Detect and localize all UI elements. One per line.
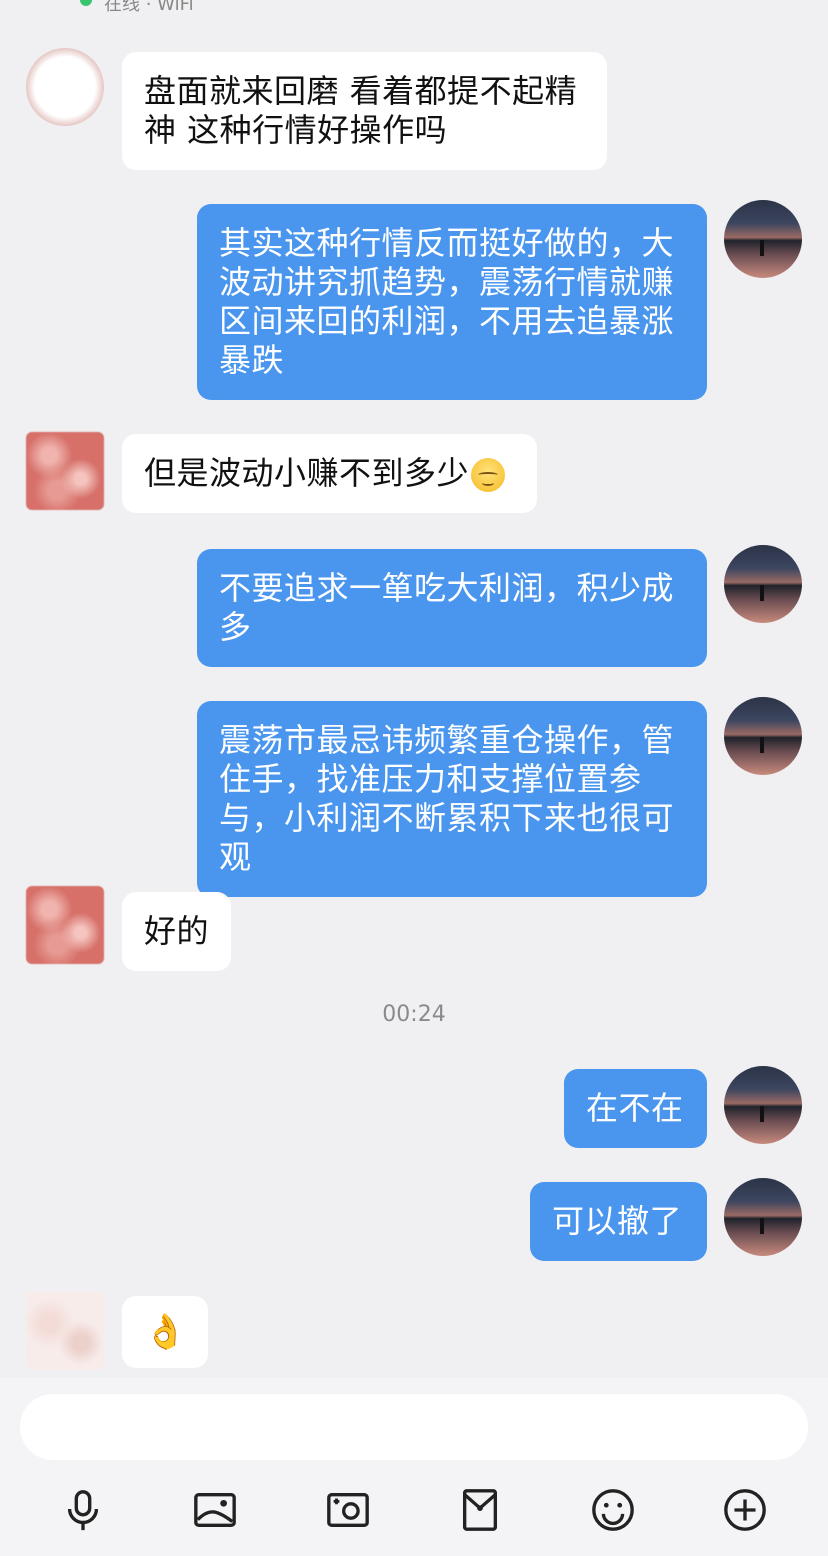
red-packet-icon[interactable] bbox=[456, 1486, 504, 1534]
message-timestamp: 00:24 bbox=[382, 1002, 446, 1027]
ok-hand-emoji: 👌 bbox=[144, 1312, 187, 1352]
message-list[interactable]: 盘面就来回磨 看着都提不起精神 这种行情好操作吗 其实这种行情反而挺好做的，大波… bbox=[0, 0, 828, 1378]
message-input[interactable] bbox=[20, 1394, 808, 1460]
plus-icon[interactable] bbox=[721, 1486, 769, 1534]
message-text: 但是波动小赚不到多少 bbox=[144, 454, 470, 492]
composer-bar bbox=[0, 1378, 828, 1556]
contact-avatar[interactable] bbox=[26, 886, 104, 964]
contact-avatar[interactable] bbox=[26, 48, 104, 126]
camera-icon[interactable] bbox=[324, 1486, 372, 1534]
my-avatar[interactable] bbox=[724, 545, 802, 623]
image-icon[interactable] bbox=[191, 1486, 239, 1534]
microphone-icon[interactable] bbox=[59, 1486, 107, 1534]
contact-avatar[interactable] bbox=[26, 432, 104, 510]
contact-avatar[interactable] bbox=[26, 1292, 104, 1370]
outgoing-message-bubble[interactable]: 震荡市最忌讳频繁重仓操作，管住手，找准压力和支撑位置参与，小利润不断累积下来也很… bbox=[197, 701, 707, 897]
pensive-face-icon bbox=[471, 458, 506, 492]
emoji-icon[interactable] bbox=[589, 1486, 637, 1534]
my-avatar[interactable] bbox=[724, 697, 802, 775]
my-avatar[interactable] bbox=[724, 1066, 802, 1144]
incoming-message-bubble[interactable]: 好的 bbox=[122, 892, 231, 971]
composer-toolbar bbox=[0, 1478, 828, 1542]
outgoing-message-bubble[interactable]: 在不在 bbox=[564, 1069, 707, 1148]
outgoing-message-bubble[interactable]: 其实这种行情反而挺好做的，大波动讲究抓趋势，震荡行情就赚区间来回的利润，不用去追… bbox=[197, 204, 707, 400]
incoming-message-bubble[interactable]: 👌 bbox=[122, 1296, 208, 1368]
incoming-message-bubble[interactable]: 盘面就来回磨 看着都提不起精神 这种行情好操作吗 bbox=[122, 52, 607, 170]
outgoing-message-bubble[interactable]: 可以撤了 bbox=[530, 1182, 707, 1261]
outgoing-message-bubble[interactable]: 不要追求一箪吃大利润，积少成多 bbox=[197, 549, 707, 667]
my-avatar[interactable] bbox=[724, 1178, 802, 1256]
my-avatar[interactable] bbox=[724, 200, 802, 278]
incoming-message-bubble[interactable]: 但是波动小赚不到多少 bbox=[122, 434, 537, 513]
